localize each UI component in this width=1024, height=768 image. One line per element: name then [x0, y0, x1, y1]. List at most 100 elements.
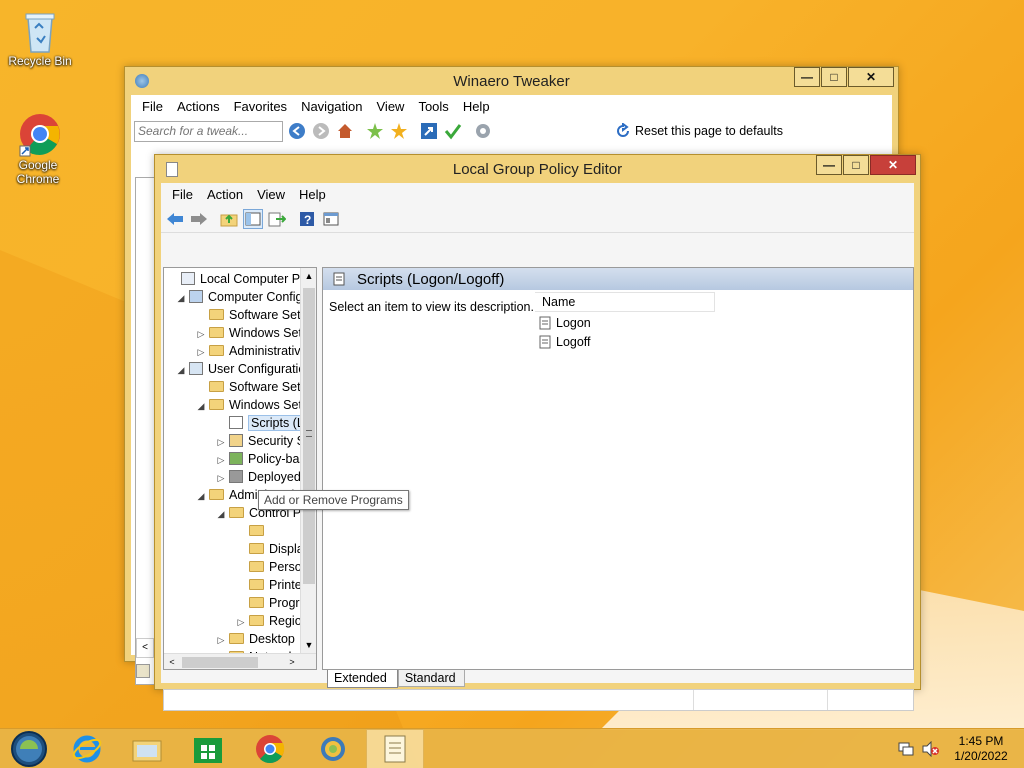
home-icon[interactable] [335, 121, 355, 141]
expand-arrow-icon[interactable]: ◢ [196, 397, 206, 415]
column-header-name[interactable]: Name [535, 292, 715, 312]
menu-file[interactable]: File [165, 187, 200, 202]
show-hide-tree-icon[interactable] [243, 208, 263, 229]
policy-tree[interactable]: Local Computer Polic ◢ Computer Config Soft… [163, 267, 317, 670]
maximize-button[interactable]: □ [821, 67, 847, 87]
menu-favorites[interactable]: Favorites [227, 99, 294, 114]
taskbar-chrome[interactable] [241, 729, 299, 768]
up-folder-icon[interactable] [219, 209, 239, 229]
network-icon[interactable] [898, 741, 914, 760]
add-favorite-icon[interactable] [365, 121, 385, 141]
shortcut-icon[interactable] [419, 121, 439, 141]
tree-item[interactable]: Software Setti [196, 378, 307, 396]
tree-item[interactable]: Progra [236, 594, 307, 612]
computer-icon [189, 290, 203, 303]
scroll-left-button[interactable]: < [136, 638, 154, 658]
expand-arrow-icon[interactable]: ▷ [216, 433, 226, 451]
menu-tools[interactable]: Tools [411, 99, 455, 114]
tooltip: Add or Remove Programs [258, 490, 409, 510]
scroll-right-button[interactable]: > [286, 656, 298, 668]
taskbar-group-policy-editor[interactable] [366, 729, 424, 768]
close-button[interactable]: ✕ [848, 67, 894, 87]
tree-item[interactable]: Printer [236, 576, 306, 594]
scroll-left-button[interactable]: < [166, 656, 178, 668]
taskbar-store[interactable] [179, 729, 237, 768]
tree-item[interactable]: ▷ Windows Sett [196, 324, 306, 343]
tree-vertical-scrollbar[interactable]: ▲ ▼ [300, 268, 316, 653]
minimize-button[interactable]: — [816, 155, 842, 175]
expand-arrow-icon[interactable]: ▷ [196, 325, 206, 343]
scroll-down-button[interactable]: ▼ [301, 637, 316, 653]
menu-view[interactable]: View [250, 187, 292, 202]
back-icon[interactable] [287, 121, 307, 141]
favorites-star-icon[interactable] [389, 121, 409, 141]
close-button[interactable]: ✕ [870, 155, 916, 175]
title-bar[interactable]: Winaero Tweaker — □ ✕ [125, 67, 898, 95]
menu-action[interactable]: Action [200, 187, 250, 202]
expand-arrow-icon[interactable]: ▷ [216, 631, 226, 649]
scroll-up-button[interactable]: ▲ [301, 268, 316, 284]
title-bar[interactable]: Local Group Policy Editor — □ ✕ [155, 155, 920, 183]
expand-arrow-icon[interactable]: ◢ [216, 505, 226, 523]
taskbar-winaero-tweaker[interactable] [304, 729, 362, 768]
search-input[interactable] [134, 120, 283, 142]
expand-arrow-icon[interactable]: ▷ [236, 613, 246, 631]
menu-view[interactable]: View [370, 99, 412, 114]
tree-item[interactable]: ◢ User Configuratio [176, 360, 305, 378]
apply-check-icon[interactable] [443, 121, 463, 141]
tree-item-label: Desktop [249, 632, 295, 646]
forward-icon[interactable] [311, 121, 331, 141]
tab-extended[interactable]: Extended [327, 670, 398, 688]
list-item-logoff[interactable]: Logoff [539, 333, 591, 351]
expand-arrow-icon[interactable]: ◢ [196, 487, 206, 505]
maximize-button[interactable]: □ [843, 155, 869, 175]
tree-item[interactable]: ▷ Policy-bas [216, 450, 306, 468]
start-button[interactable] [0, 729, 58, 768]
expand-arrow-icon[interactable]: ◢ [176, 289, 186, 307]
google-chrome-desktop-icon[interactable]: Google Chrome [0, 112, 76, 186]
back-arrow-icon[interactable] [165, 209, 185, 229]
menu-navigation[interactable]: Navigation [294, 99, 369, 114]
tree-item[interactable]: ▷ Deployed [216, 468, 301, 486]
list-item-logon[interactable]: Logon [539, 314, 591, 332]
taskbar-internet-explorer[interactable] [58, 729, 116, 768]
volume-muted-icon[interactable] [922, 740, 940, 760]
tree-item[interactable]: Software Setti [196, 306, 307, 324]
recycle-bin-desktop-icon[interactable]: Recycle Bin [2, 8, 78, 68]
menu-file[interactable]: File [135, 99, 170, 114]
settings-gear-icon[interactable] [473, 121, 493, 141]
expand-arrow-icon[interactable]: ◢ [176, 361, 186, 379]
properties-icon[interactable] [321, 209, 341, 229]
taskbar-file-explorer[interactable] [118, 729, 176, 768]
scrollbar-thumb[interactable] [182, 657, 258, 668]
expand-arrow-icon[interactable]: ▷ [196, 343, 206, 361]
expand-arrow-icon[interactable]: ▷ [216, 469, 226, 487]
help-icon[interactable]: ? [297, 209, 317, 229]
taskbar: 1:45 PM 1/20/2022 [0, 728, 1024, 768]
menu-help[interactable]: Help [456, 99, 497, 114]
export-list-icon[interactable] [267, 209, 287, 229]
reset-page-button[interactable]: Reset this page to defaults [615, 123, 783, 139]
tree-item[interactable]: Person [236, 558, 309, 576]
tree-item[interactable] [236, 522, 269, 540]
clock[interactable]: 1:45 PM 1/20/2022 [950, 734, 1012, 764]
clock-date: 1/20/2022 [954, 749, 1008, 763]
forward-arrow-icon[interactable] [189, 209, 209, 229]
tree-item[interactable]: Display [236, 540, 310, 558]
group-policy-editor-window[interactable]: Local Group Policy Editor — □ ✕ File Act… [154, 154, 921, 711]
minimize-button[interactable]: — [794, 67, 820, 87]
menu-help[interactable]: Help [292, 187, 333, 202]
expand-arrow-icon[interactable]: ▷ [216, 451, 226, 469]
tree-item[interactable]: ▷ Administrative [196, 342, 308, 360]
tree-item[interactable]: ▷ Region [236, 612, 309, 630]
tab-standard[interactable]: Standard [397, 670, 465, 687]
tree-item[interactable]: ▷ Security Se [216, 432, 312, 450]
menu-actions[interactable]: Actions [170, 99, 227, 114]
tree-item[interactable]: ◢ Computer Config [176, 288, 303, 306]
scrollbar-thumb[interactable] [303, 288, 315, 584]
tree-horizontal-scrollbar[interactable]: < > [164, 653, 316, 669]
tree-item[interactable]: ◢ Windows Setti [196, 396, 309, 415]
tree-item[interactable]: Local Computer Polic [168, 270, 316, 288]
view-tabs: Extended Standard [327, 670, 465, 688]
tree-item[interactable]: ▷ Desktop [216, 630, 295, 648]
